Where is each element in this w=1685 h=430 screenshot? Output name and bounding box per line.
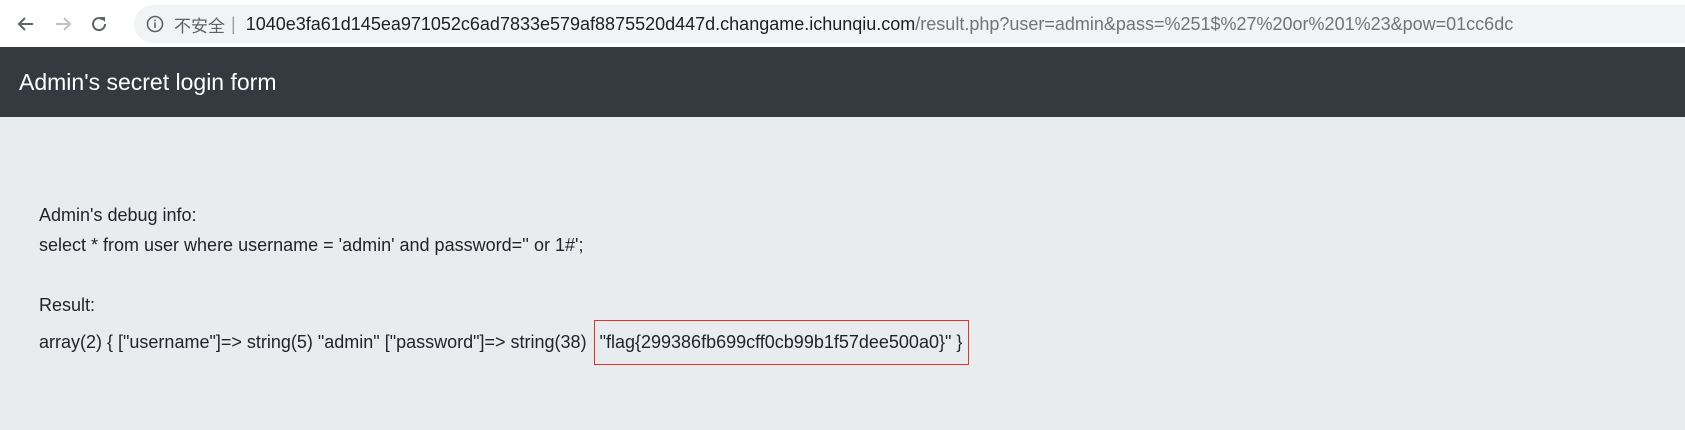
debug-info: Admin's debug info: select * from user w… [39,200,970,365]
back-button[interactable] [11,9,41,39]
result-line: array(2) { ["username"]=> string(5) "adm… [39,320,970,365]
arrow-right-icon [56,17,72,31]
main-content: Admin's debug info: select * from user w… [0,117,1685,430]
security-label[interactable]: 不安全 [174,12,225,37]
flag-highlight: "flag{299386fb699cff0cb99b1f57dee500a0}"… [593,320,970,365]
forward-button[interactable] [48,9,78,39]
navbar: Admin's secret login form [0,47,1685,117]
arrow-left-icon [17,17,33,31]
url-path: /result.php?user=admin&pass=%251$%27%20o… [915,13,1514,34]
url-host: 1040e3fa61d145ea971052c6ad7833e579af8875… [245,13,916,34]
flag-value: "flag{299386fb699cff0cb99b1f57dee500a0}"… [599,332,963,352]
address-bar[interactable]: 不安全 | 1040e3fa61d145ea971052c6ad7833e579… [134,5,1685,43]
info-icon[interactable] [146,15,164,33]
divider: | [231,13,236,34]
result-prefix: array(2) { ["username"]=> string(5) "adm… [39,332,587,352]
result-label: Result: [39,295,96,315]
page-title[interactable]: Admin's secret login form [19,69,276,96]
sql-query: select * from user where username = 'adm… [39,235,584,255]
browser-toolbar: 不安全 | 1040e3fa61d145ea971052c6ad7833e579… [0,0,1685,47]
reload-button[interactable] [84,9,114,39]
reload-icon [92,17,107,32]
debug-heading: Admin's debug info: [39,205,197,225]
